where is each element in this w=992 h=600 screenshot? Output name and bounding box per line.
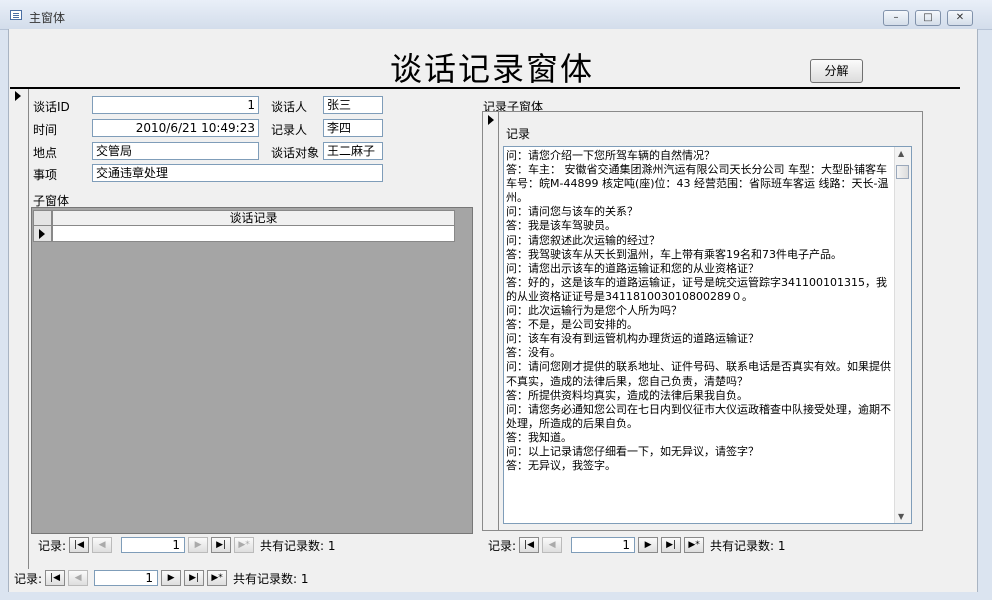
record-count-text: 共有记录数: 1	[710, 538, 786, 553]
new-record-button[interactable]: ▶*	[207, 570, 228, 586]
current-row-icon	[39, 229, 45, 239]
form-icon	[10, 10, 22, 20]
previous-record-button[interactable]: ◀	[542, 537, 563, 553]
main-record-navigator: 记录: |◀ ◀ 1 ▶ ▶| ▶* 共有记录数: 1	[14, 568, 309, 588]
subject-field[interactable]: 王二麻子	[323, 142, 383, 160]
current-record-input[interactable]: 1	[94, 570, 159, 586]
scroll-thumb[interactable]	[896, 165, 909, 179]
last-record-button[interactable]: ▶|	[184, 570, 205, 586]
location-field[interactable]: 交管局	[92, 142, 259, 160]
record-text: 问：请您介绍一下您所驾车辆的自然情况？ 答：车主： 安徽省交通集团滁州汽运有限公…	[506, 149, 891, 473]
current-record-input[interactable]: 1	[571, 537, 636, 553]
talk-id-field[interactable]: 1	[92, 96, 259, 114]
nav-label: 记录:	[14, 571, 43, 586]
header-divider	[10, 87, 960, 89]
record-count-text: 共有记录数: 1	[260, 538, 336, 553]
previous-record-button[interactable]: ◀	[68, 570, 89, 586]
vertical-scrollbar[interactable]: ▲ ▼	[894, 147, 911, 523]
first-record-button[interactable]: |◀	[69, 537, 90, 553]
next-record-button[interactable]: ▶	[638, 537, 659, 553]
subject-label: 谈话对象	[271, 146, 320, 160]
next-record-button[interactable]: ▶	[188, 537, 209, 553]
matter-label: 事项	[33, 168, 58, 182]
recorder-field[interactable]: 李四	[323, 119, 383, 137]
record-textarea[interactable]: 问：请您介绍一下您所驾车辆的自然情况？ 答：车主： 安徽省交通集团滁州汽运有限公…	[503, 146, 912, 524]
nav-label: 记录:	[38, 538, 67, 553]
subform-datasheet	[31, 207, 473, 534]
title-bar	[0, 0, 992, 30]
talker-field[interactable]: 张三	[323, 96, 383, 114]
window-title: 主窗体	[29, 11, 66, 25]
time-field[interactable]: 2010/6/21 10:49:23	[92, 119, 259, 137]
new-record-button[interactable]: ▶*	[684, 537, 705, 553]
current-record-icon	[15, 91, 21, 101]
record-current-icon	[488, 115, 494, 125]
last-record-button[interactable]: ▶|	[661, 537, 682, 553]
scroll-up-icon[interactable]: ▲	[898, 149, 904, 158]
location-label: 地点	[33, 146, 58, 160]
current-record-input[interactable]: 1	[121, 537, 186, 553]
recorder-label: 记录人	[271, 123, 308, 137]
talker-label: 谈话人	[271, 100, 308, 114]
record-field-label: 记录	[506, 127, 531, 141]
datasheet-new-row[interactable]	[52, 226, 455, 242]
close-button[interactable]: ✕	[947, 10, 973, 26]
record-selector[interactable]	[10, 89, 29, 569]
time-label: 时间	[33, 123, 58, 137]
next-record-button[interactable]: ▶	[161, 570, 182, 586]
nav-label: 记录:	[488, 538, 517, 553]
column-header-talk-record[interactable]: 谈话记录	[52, 210, 455, 226]
talk-id-label: 谈话ID	[33, 100, 70, 114]
first-record-button[interactable]: |◀	[45, 570, 66, 586]
record-subform-selector[interactable]	[483, 112, 499, 530]
subform-record-navigator: 记录: |◀ ◀ 1 ▶ ▶| ▶* 共有记录数: 1	[38, 535, 336, 555]
minimize-button[interactable]: –	[883, 10, 909, 26]
previous-record-button[interactable]: ◀	[92, 537, 113, 553]
scroll-down-icon[interactable]: ▼	[898, 512, 904, 521]
split-button[interactable]: 分解	[810, 59, 863, 83]
record-count-text: 共有记录数: 1	[233, 571, 309, 586]
restore-button[interactable]: □	[915, 10, 941, 26]
new-record-button[interactable]: ▶*	[234, 537, 255, 553]
page-title: 谈话记录窗体	[390, 50, 595, 88]
datasheet-select-all[interactable]	[33, 210, 52, 226]
last-record-button[interactable]: ▶|	[211, 537, 232, 553]
matter-field[interactable]: 交通违章处理	[92, 164, 383, 182]
record-subform-navigator: 记录: |◀ ◀ 1 ▶ ▶| ▶* 共有记录数: 1	[488, 535, 786, 555]
first-record-button[interactable]: |◀	[519, 537, 540, 553]
